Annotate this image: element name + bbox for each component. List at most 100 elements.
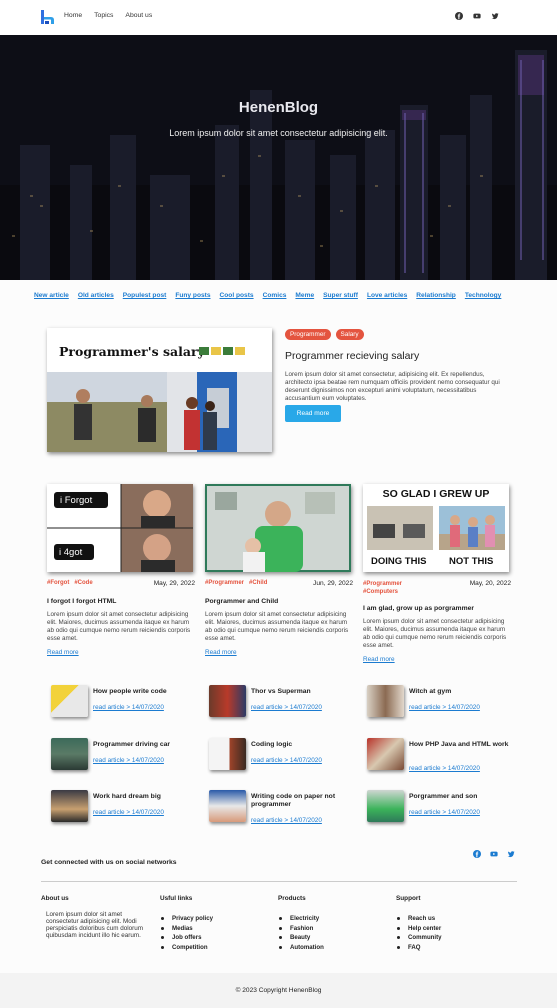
- category-link[interactable]: New article: [34, 292, 69, 299]
- footer-heading: Usful links: [160, 895, 193, 902]
- facebook-icon[interactable]: [473, 850, 481, 858]
- category-link[interactable]: Technology: [465, 292, 502, 299]
- card-tag[interactable]: #Code: [74, 580, 92, 586]
- mini-article-thumbnail[interactable]: [209, 685, 246, 717]
- footer-link[interactable]: Job offers: [161, 934, 213, 941]
- youtube-icon[interactable]: [490, 850, 498, 858]
- navbar: Home Topics About us: [0, 0, 557, 35]
- footer-link[interactable]: Automation: [279, 944, 324, 951]
- mini-article-link[interactable]: read article > 14/07/2020: [409, 704, 480, 711]
- mini-article-link[interactable]: read article > 14/07/2020: [93, 809, 164, 816]
- card-date: May, 20, 2022: [469, 580, 511, 587]
- mini-article-link[interactable]: read article > 14/07/2020: [251, 757, 322, 764]
- mini-article[interactable]: How PHP Java and HTML work read article …: [367, 738, 517, 772]
- category-link[interactable]: Meme: [295, 292, 314, 299]
- mini-article[interactable]: Work hard dream big read article > 14/07…: [51, 790, 201, 824]
- mini-article[interactable]: Programmer driving car read article > 14…: [51, 738, 201, 772]
- read-more-button[interactable]: Read more: [285, 405, 341, 422]
- youtube-icon[interactable]: [473, 12, 481, 20]
- mini-article[interactable]: How people write code read article > 14/…: [51, 685, 201, 719]
- card-image[interactable]: SO GLAD I GREW UP DOING THIS NOT THIS: [363, 484, 509, 572]
- card-image-art: [205, 484, 351, 572]
- mini-article-title: Witch at gym: [409, 688, 452, 695]
- footer-support: Support Reach us Help center Community F…: [396, 895, 442, 953]
- card-tag[interactable]: #Computers: [363, 589, 398, 595]
- footer-link[interactable]: FAQ: [397, 944, 442, 951]
- mini-article-title: Porgrammer and son: [409, 793, 478, 800]
- twitter-icon[interactable]: [491, 12, 499, 20]
- mini-article[interactable]: Writing code on paper not programmer rea…: [209, 790, 359, 824]
- card-tag[interactable]: #Child: [249, 580, 267, 586]
- footer-link[interactable]: Fashion: [279, 925, 324, 932]
- mini-article-thumbnail[interactable]: [51, 790, 88, 822]
- mini-article-thumbnail[interactable]: [209, 738, 246, 770]
- footer-heading: About us: [41, 895, 69, 902]
- mini-article-title: Thor vs Superman: [251, 688, 311, 695]
- mini-article[interactable]: Thor vs Superman read article > 14/07/20…: [209, 685, 359, 719]
- category-link[interactable]: Super stuff: [323, 292, 358, 299]
- card-read-more-link[interactable]: Read more: [47, 649, 195, 656]
- card-meta: #Forgot #Code May, 29, 2022: [47, 580, 195, 590]
- mini-article[interactable]: Porgrammer and son read article > 14/07/…: [367, 790, 517, 824]
- mini-article-thumbnail[interactable]: [51, 685, 88, 717]
- footer-heading: Support: [396, 895, 421, 902]
- nav-about[interactable]: About us: [125, 12, 152, 19]
- mini-article-thumbnail[interactable]: [367, 738, 404, 770]
- category-link[interactable]: Love articles: [367, 292, 407, 299]
- mini-article-thumbnail[interactable]: [367, 685, 404, 717]
- card-image-text: i Forgot: [60, 495, 93, 506]
- card-image[interactable]: [205, 484, 351, 572]
- category-link[interactable]: Comics: [263, 292, 287, 299]
- card-title: Porgrammer and Child: [205, 598, 279, 605]
- category-link[interactable]: Relationship: [416, 292, 456, 299]
- social-connect-text: Get connected with us on social networks: [41, 859, 177, 866]
- mini-article[interactable]: Witch at gym read article > 14/07/2020: [367, 685, 517, 719]
- footer-link[interactable]: Reach us: [397, 915, 442, 922]
- mini-article-link[interactable]: read article > 14/07/2020: [251, 704, 322, 711]
- footer-link[interactable]: Electricity: [279, 915, 324, 922]
- mini-article-thumbnail[interactable]: [367, 790, 404, 822]
- footer-link[interactable]: Competition: [161, 944, 213, 951]
- logo[interactable]: [40, 9, 56, 25]
- mini-article-title: How people write code: [93, 688, 167, 695]
- mini-article-link[interactable]: read article > 14/07/2020: [93, 757, 164, 764]
- card-read-more-link[interactable]: Read more: [205, 649, 353, 656]
- mini-article-thumbnail[interactable]: [51, 738, 88, 770]
- mini-article-link[interactable]: read article > 14/07/2020: [251, 817, 322, 824]
- mini-article-title: Writing code on paper not programmer: [251, 793, 336, 808]
- category-link[interactable]: Funy posts: [175, 292, 210, 299]
- facebook-icon[interactable]: [455, 12, 463, 20]
- mini-article-link[interactable]: read article > 14/07/2020: [93, 704, 164, 711]
- mini-article-thumbnail[interactable]: [209, 790, 246, 822]
- tag-badge[interactable]: Salary: [335, 329, 364, 340]
- card-read-more-link[interactable]: Read more: [363, 656, 511, 663]
- card-image[interactable]: i Forgot i 4got: [47, 484, 193, 572]
- footer-link[interactable]: Help center: [397, 925, 442, 932]
- tag-badge[interactable]: Programmer: [285, 329, 331, 340]
- mini-article-link[interactable]: read article > 14/07/2020: [409, 765, 480, 772]
- category-links: New article Old articles Populest post F…: [34, 292, 501, 299]
- mini-article[interactable]: Coding logic read article > 14/07/2020: [209, 738, 359, 772]
- footer-link[interactable]: Community: [397, 934, 442, 941]
- card-tag[interactable]: #Programmer: [363, 581, 402, 587]
- category-link[interactable]: Old articles: [78, 292, 114, 299]
- twitter-icon[interactable]: [507, 850, 515, 858]
- footer-link[interactable]: Beauty: [279, 934, 324, 941]
- nav-home[interactable]: Home: [64, 12, 82, 19]
- article-card: i Forgot i 4got #Forgot #Code May, 29, 20…: [47, 484, 195, 656]
- card-tag[interactable]: #Forgot: [47, 580, 69, 586]
- footer-social: [473, 850, 515, 858]
- card-tag[interactable]: #Programmer: [205, 580, 244, 586]
- card-date: May, 29, 2022: [153, 580, 195, 587]
- mini-article-link[interactable]: read article > 14/07/2020: [409, 809, 480, 816]
- featured-title: Programmer recieving salary: [285, 350, 420, 362]
- category-link[interactable]: Cool posts: [220, 292, 254, 299]
- category-link[interactable]: Populest post: [123, 292, 167, 299]
- nav-links: Home Topics About us: [64, 12, 152, 19]
- featured-image[interactable]: Programmer's salary: [47, 328, 272, 452]
- footer-link[interactable]: Medias: [161, 925, 213, 932]
- card-image-text: SO GLAD I GREW UP: [382, 488, 490, 500]
- footer-link[interactable]: Privacy policy: [161, 915, 213, 922]
- card-title: I forgot I forgot HTML: [47, 598, 117, 605]
- nav-topics[interactable]: Topics: [94, 12, 113, 19]
